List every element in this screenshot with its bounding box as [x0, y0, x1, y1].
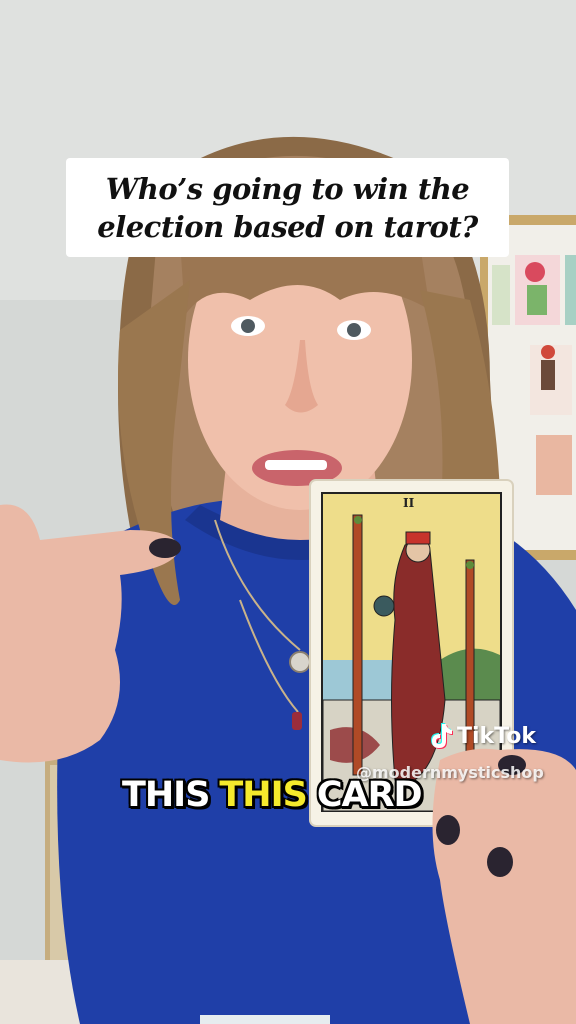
caption-box: Who’s going to win the election based on…: [66, 158, 509, 257]
subtitle-word-highlighted: THIS: [219, 775, 307, 815]
caption-text: Who’s going to win the election based on…: [78, 170, 498, 246]
caption-line-2: election based on tarot?: [97, 209, 478, 244]
tiktok-logo-icon: [431, 723, 453, 749]
card-numeral: II: [403, 496, 415, 510]
tiktok-watermark: TikTok: [428, 722, 536, 750]
tiktok-brand: TikTok: [457, 723, 537, 749]
subtitle: THIS THIS CARD: [0, 775, 576, 815]
subtitle-word-3: CARD: [316, 775, 423, 815]
video-frame: [0, 0, 576, 1024]
subtitle-word-1: THIS: [122, 775, 210, 815]
caption-line-1: Who’s going to win the: [105, 171, 470, 206]
